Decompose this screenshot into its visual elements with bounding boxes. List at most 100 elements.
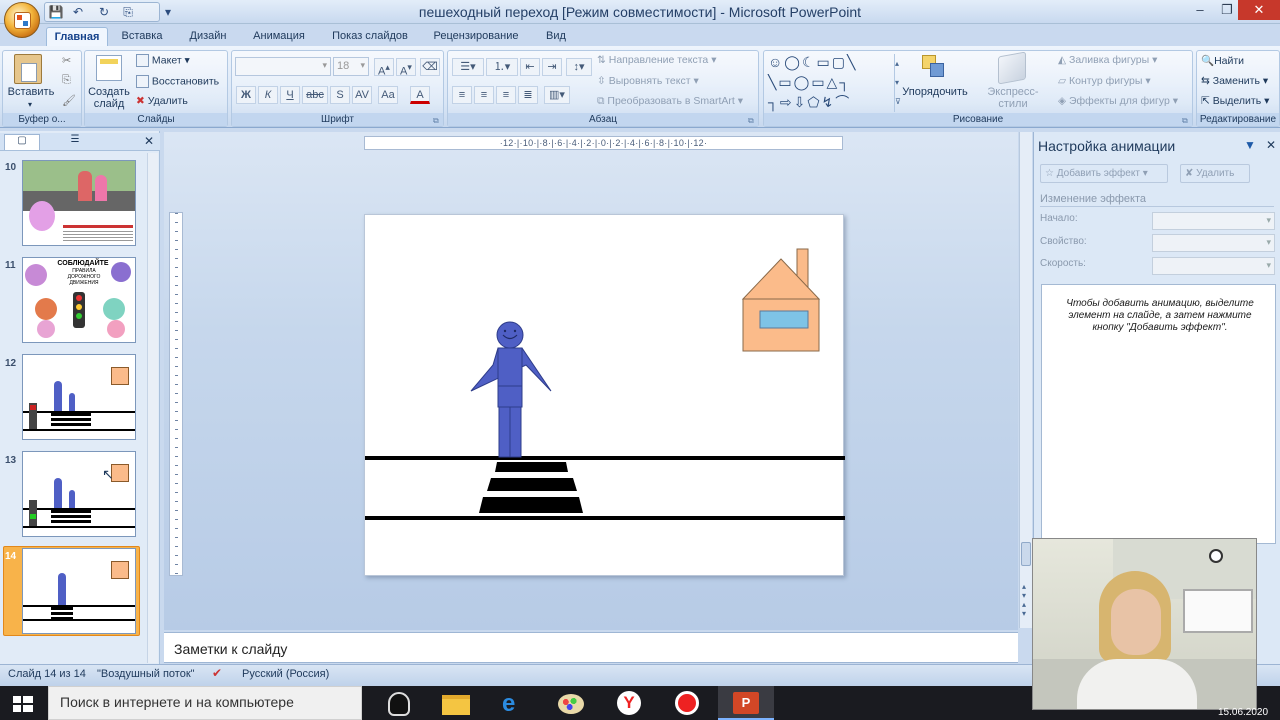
select-button[interactable]: ⇱ Выделить ▾	[1201, 95, 1269, 107]
find-button[interactable]: 🔍Найти	[1201, 54, 1244, 67]
slide-number-14: 14	[5, 551, 17, 562]
clear-format-button[interactable]: ⌫	[420, 58, 440, 76]
record-icon	[675, 691, 699, 715]
redo-icon[interactable]: ↻	[96, 3, 112, 21]
tab-animation[interactable]: Анимация	[246, 27, 312, 46]
undo-icon[interactable]: ↶	[70, 3, 86, 21]
taskbar-paint[interactable]	[544, 686, 600, 720]
font-size-value: 18	[337, 60, 350, 72]
font-color-button[interactable]: A	[410, 86, 430, 104]
arrange-button[interactable]: Упорядочить	[900, 86, 970, 98]
shape-outline-button[interactable]: ▱ Контур фигуры ▾	[1058, 75, 1151, 87]
quick-styles-button[interactable]: Экспресс-стили	[974, 86, 1052, 110]
numbering-button[interactable]: ⒈▾	[486, 58, 518, 76]
justify-button[interactable]: ≣	[518, 86, 538, 104]
italic-button[interactable]: К	[258, 86, 278, 104]
bold-button[interactable]: Ж	[236, 86, 256, 104]
strikethrough-button[interactable]: abc	[302, 86, 328, 104]
office-logo-icon	[14, 12, 31, 29]
format-painter-icon[interactable]: 🖌	[62, 94, 76, 107]
slides-tab[interactable]: ▢	[4, 134, 40, 150]
task-pane-dropdown-icon[interactable]: ▼	[1244, 138, 1256, 152]
taskbar-yandex[interactable]: Y	[602, 686, 658, 720]
align-left-button[interactable]: ≡	[452, 86, 472, 104]
delete-slide-button[interactable]: ✖ Удалить	[136, 95, 188, 107]
slide-thumbnail-12[interactable]	[22, 354, 136, 440]
customize-icon[interactable]: ⎘	[120, 3, 136, 21]
taskbar-penguin-app[interactable]	[372, 686, 428, 720]
new-slide-button[interactable]: Создать слайд	[88, 86, 130, 110]
paste-dropdown-icon[interactable]: ▾	[28, 100, 32, 109]
reset-button[interactable]: Восстановить	[136, 75, 219, 88]
tab-home[interactable]: Главная	[46, 27, 108, 46]
layout-button[interactable]: Макет ▾	[136, 54, 190, 67]
notes-pane[interactable]	[164, 632, 1018, 663]
tab-design[interactable]: Дизайн	[182, 27, 234, 46]
editing-group-label: Редактирование	[1197, 113, 1279, 126]
font-name-field[interactable]: ▾	[235, 57, 331, 76]
outline-tab[interactable]: ☰	[60, 134, 90, 150]
save-icon[interactable]: 💾	[48, 3, 64, 21]
underline-button[interactable]: Ч	[280, 86, 300, 104]
bullets-button[interactable]: ☰▾	[452, 58, 484, 76]
drawing-dialog-launcher-icon[interactable]: ⧉	[1182, 116, 1188, 126]
language-indicator[interactable]: Русский (Россия)	[242, 668, 329, 680]
taskbar-powerpoint[interactable]: P	[718, 686, 774, 720]
char-spacing-button[interactable]: AV	[352, 86, 372, 104]
remove-effect-button[interactable]: ✘ Удалить	[1180, 164, 1250, 183]
slide-thumbnail-13[interactable]	[22, 451, 136, 537]
paragraph-dialog-launcher-icon[interactable]: ⧉	[748, 116, 754, 126]
tab-review[interactable]: Рецензирование	[428, 27, 524, 46]
taskbar-internet-explorer[interactable]: e	[486, 686, 542, 720]
editor-scrollbar[interactable]: ▴ ▾ ▴ ▾	[1019, 132, 1032, 628]
shapes-scroll[interactable]: ▴ ▾ ⊽	[894, 54, 902, 112]
task-pane-close-icon[interactable]: ✕	[1266, 138, 1276, 152]
property-select[interactable]: ▾	[1152, 234, 1275, 252]
add-effect-button[interactable]: ☆ Добавить эффект ▾	[1040, 164, 1168, 183]
slides-panel-scrollbar[interactable]	[147, 153, 158, 663]
minimize-button[interactable]: –	[1185, 0, 1215, 20]
spellcheck-icon[interactable]: ✔	[212, 666, 222, 680]
decrease-indent-button[interactable]: ⇤	[520, 58, 540, 76]
qat-dropdown-icon[interactable]: ▾	[160, 3, 176, 21]
taskbar-recorder[interactable]	[660, 686, 716, 720]
shrink-font-button[interactable]: A▾	[396, 58, 416, 78]
shape-fill-button[interactable]: ◭ Заливка фигуры ▾	[1058, 54, 1157, 66]
theme-name[interactable]: "Воздушный поток"	[97, 668, 195, 680]
tab-slideshow[interactable]: Показ слайдов	[326, 27, 414, 46]
panel-close-icon[interactable]: ✕	[144, 134, 154, 148]
tab-insert[interactable]: Вставка	[114, 27, 170, 46]
start-button[interactable]	[0, 686, 48, 720]
close-button[interactable]: ✕	[1238, 0, 1280, 20]
columns-button[interactable]: ▥▾	[544, 86, 570, 104]
shape-effects-button[interactable]: ◈ Эффекты для фигур ▾	[1058, 95, 1178, 107]
tab-view[interactable]: Вид	[538, 27, 574, 46]
slides-group-label: Слайды	[85, 113, 227, 126]
office-button[interactable]	[4, 2, 40, 38]
shadow-button[interactable]: S	[330, 86, 350, 104]
slide-thumbnail-14[interactable]	[22, 548, 136, 634]
align-text-button[interactable]: ⇳ Выровнять текст ▾	[597, 75, 699, 87]
align-center-button[interactable]: ≡	[474, 86, 494, 104]
slide-canvas[interactable]	[364, 214, 845, 576]
font-size-field[interactable]: 18 ▾	[333, 57, 369, 76]
paste-button[interactable]: Вставить	[6, 86, 56, 98]
grow-font-button[interactable]: A▴	[374, 58, 394, 78]
increase-indent-button[interactable]: ⇥	[542, 58, 562, 76]
copy-icon[interactable]: ⎘	[62, 74, 71, 87]
slide-thumbnail-11[interactable]: СОБЛЮДАЙТЕ ПРАВИЛА ДОРОЖНОГО ДВИЖЕНИЯ	[22, 257, 136, 343]
font-dialog-launcher-icon[interactable]: ⧉	[433, 116, 439, 126]
start-select[interactable]: ▾	[1152, 212, 1275, 230]
slide-thumbnail-10[interactable]	[22, 160, 136, 246]
replace-button[interactable]: ⇆ Заменить ▾	[1201, 75, 1268, 87]
convert-smartart-button[interactable]: ⧉ Преобразовать в SmartArt ▾	[597, 95, 743, 108]
change-case-button[interactable]: Aa	[378, 86, 398, 104]
line-spacing-button[interactable]: ↕▾	[566, 58, 592, 76]
shapes-gallery[interactable]: ☺◯☾▭▢╲ ╲▭◯▭△┐ ┐⇨⇩⬠↯⌒	[768, 52, 894, 112]
text-direction-button[interactable]: ⇅ Направление текста ▾	[597, 54, 716, 66]
speed-select[interactable]: ▾	[1152, 257, 1275, 275]
align-right-button[interactable]: ≡	[496, 86, 516, 104]
cut-icon[interactable]: ✂	[62, 54, 71, 67]
convert-smartart-label: Преобразовать в SmartArt	[607, 95, 735, 107]
taskbar-file-explorer[interactable]	[428, 686, 484, 720]
